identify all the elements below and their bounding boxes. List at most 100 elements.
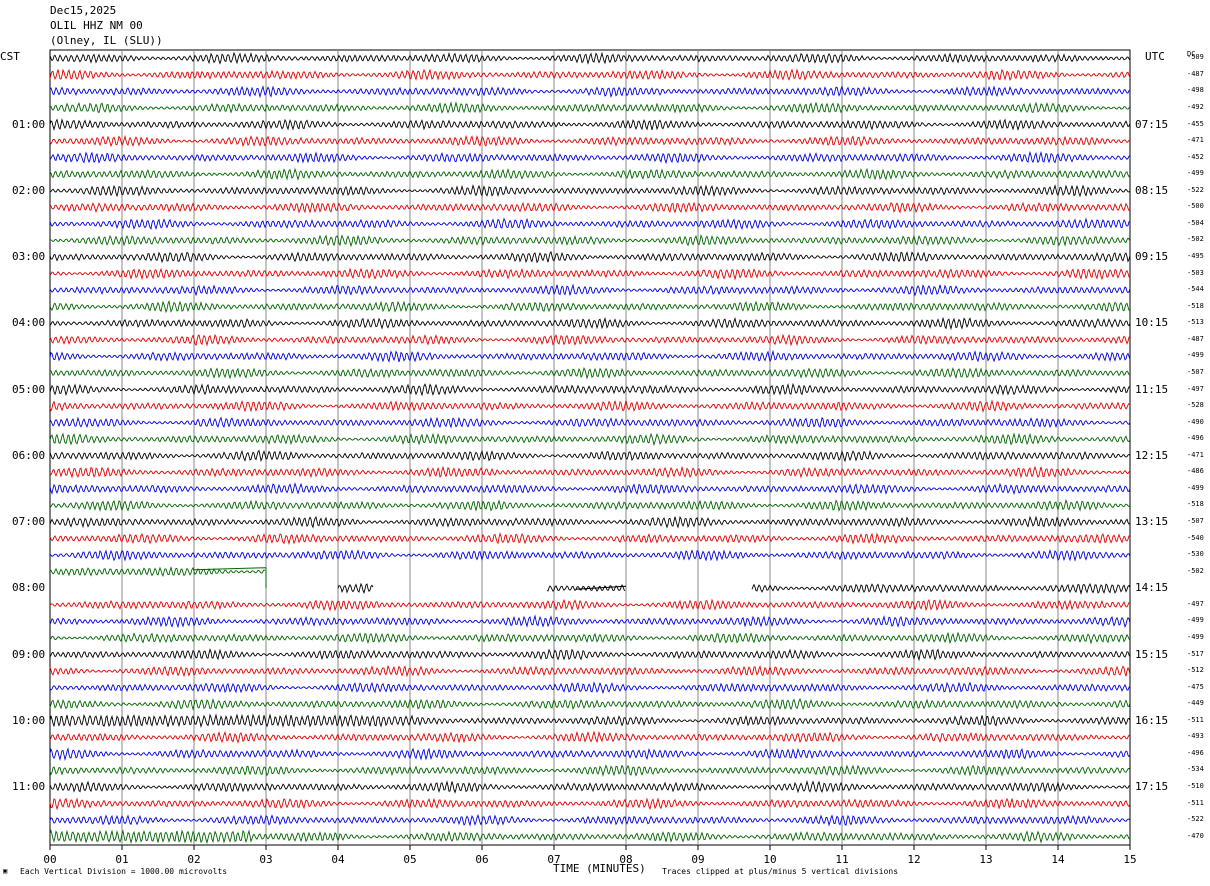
dc-offset-value: -499 <box>1187 483 1204 492</box>
dc-offset-value: -534 <box>1187 765 1204 774</box>
x-tick-label: 06 <box>475 853 489 866</box>
dc-offset-value: -507 <box>1187 367 1204 376</box>
trace-blue <box>49 150 1131 165</box>
dc-offset-value: -528 <box>1187 401 1204 410</box>
seismogram-plot <box>0 49 1210 850</box>
utc-tick-label: 11:15 <box>1135 382 1169 396</box>
trace-blue <box>49 482 1131 495</box>
trace-black <box>49 51 1131 65</box>
dc-offset-value: -490 <box>1187 417 1204 426</box>
x-axis-label: TIME (MINUTES) <box>553 862 646 875</box>
trace-green <box>49 498 1131 512</box>
trace-blue <box>49 548 1131 562</box>
dc-offset-value: -510 <box>1187 782 1204 791</box>
dc-offset-value: -452 <box>1187 152 1204 161</box>
dc-offset-value: -449 <box>1187 699 1204 708</box>
trace-red <box>49 333 1131 347</box>
x-tick-label: 01 <box>115 853 129 866</box>
plot-frame <box>49 49 1131 846</box>
dc-offset-value: -512 <box>1187 666 1204 675</box>
dc-offset-value: -530 <box>1187 550 1204 559</box>
dc-offset-value: -487 <box>1187 334 1204 343</box>
dc-offset-value: -495 <box>1187 252 1204 261</box>
dc-offset-value: -471 <box>1187 450 1204 459</box>
dc-offset-value: -518 <box>1187 500 1204 509</box>
trace-red <box>49 465 1131 479</box>
trace-green <box>49 167 1131 181</box>
x-tick-label: 10 <box>763 853 777 866</box>
footer-mark: ▣ <box>3 867 8 875</box>
trace-red <box>49 399 1131 414</box>
dc-offset-value: -522 <box>1187 815 1204 824</box>
dc-offset-value: -504 <box>1187 218 1204 227</box>
dc-offset-value: -511 <box>1187 715 1204 724</box>
x-tick-label: 05 <box>403 853 417 866</box>
trace-green <box>49 366 1131 380</box>
cst-tick-label: 07:00 <box>12 515 46 529</box>
utc-tick-label: 07:15 <box>1135 117 1169 131</box>
x-tick-label: 09 <box>691 853 705 866</box>
trace-green <box>49 234 1131 248</box>
trace-green <box>49 697 1131 711</box>
dc-offset-value: -475 <box>1187 682 1204 691</box>
trace-green <box>193 567 267 571</box>
trace-red <box>49 797 1131 811</box>
trace-black <box>49 779 1131 794</box>
trace-red <box>49 267 1131 281</box>
dc-offset-value: -517 <box>1187 649 1204 658</box>
utc-tick-label: 08:15 <box>1135 183 1169 197</box>
cst-tick-label: 03:00 <box>12 250 46 264</box>
trace-black <box>49 713 1131 729</box>
cst-tick-label: 10:00 <box>12 713 46 727</box>
trace-black <box>49 648 1131 662</box>
utc-tick-label: 10:15 <box>1135 316 1169 330</box>
trace-black <box>49 449 1131 463</box>
cst-tick-label: 04:00 <box>12 316 46 330</box>
dc-offset-value: -503 <box>1187 268 1204 277</box>
x-tick-label: 00 <box>43 853 57 866</box>
trace-black <box>337 582 1131 596</box>
utc-tick-label: 14:15 <box>1135 581 1169 595</box>
dc-offset-value: -497 <box>1187 599 1204 608</box>
trace-red <box>49 532 1131 546</box>
dc-offset-value: -496 <box>1187 434 1204 443</box>
trace-green <box>49 299 1131 314</box>
dc-offset-value: -499 <box>1187 169 1204 178</box>
trace-red <box>49 664 1131 678</box>
x-tick-label: 02 <box>187 853 201 866</box>
x-tick-label: 13 <box>979 853 993 866</box>
dc-offset-value: -499 <box>1187 616 1204 625</box>
trace-blue <box>49 813 1131 827</box>
trace-green <box>49 829 1131 845</box>
trace-red <box>49 201 1131 214</box>
trace-blue <box>49 681 1131 695</box>
dc-offset-value: -499 <box>1187 632 1204 641</box>
trace-black <box>49 382 1131 397</box>
cst-tick-label: 09:00 <box>12 647 46 661</box>
dc-offset-value: -471 <box>1187 136 1204 145</box>
trace-black <box>49 316 1131 331</box>
x-tick-label: 14 <box>1051 853 1065 866</box>
scale-note: Each Vertical Division = 1000.00 microvo… <box>20 867 228 876</box>
trace-black <box>49 118 1131 132</box>
trace-blue <box>49 217 1131 231</box>
utc-tick-label: 12:15 <box>1135 448 1169 462</box>
dc-offset-value: -455 <box>1187 119 1204 128</box>
trace-blue <box>49 747 1131 762</box>
utc-tick-label: 15:15 <box>1135 647 1169 661</box>
x-tick-label: 11 <box>835 853 849 866</box>
dc-offset-value: -492 <box>1187 102 1204 111</box>
trace-green <box>49 432 1131 447</box>
trace-blue <box>49 416 1131 429</box>
utc-tick-label: 17:15 <box>1135 780 1169 794</box>
dc-offset-value: -493 <box>1187 732 1204 741</box>
utc-tick-label: 13:15 <box>1135 515 1169 529</box>
cst-tick-label: 01:00 <box>12 117 46 131</box>
trace-blue <box>49 283 1131 297</box>
dc-offset-value: -507 <box>1187 517 1204 526</box>
dc-offset-value: -499 <box>1187 351 1204 360</box>
clip-note: Traces clipped at plus/minus 5 vertical … <box>662 867 899 876</box>
trace-blue <box>49 85 1131 99</box>
x-tick-label: 12 <box>907 853 921 866</box>
dc-offset-value: -487 <box>1187 69 1204 78</box>
